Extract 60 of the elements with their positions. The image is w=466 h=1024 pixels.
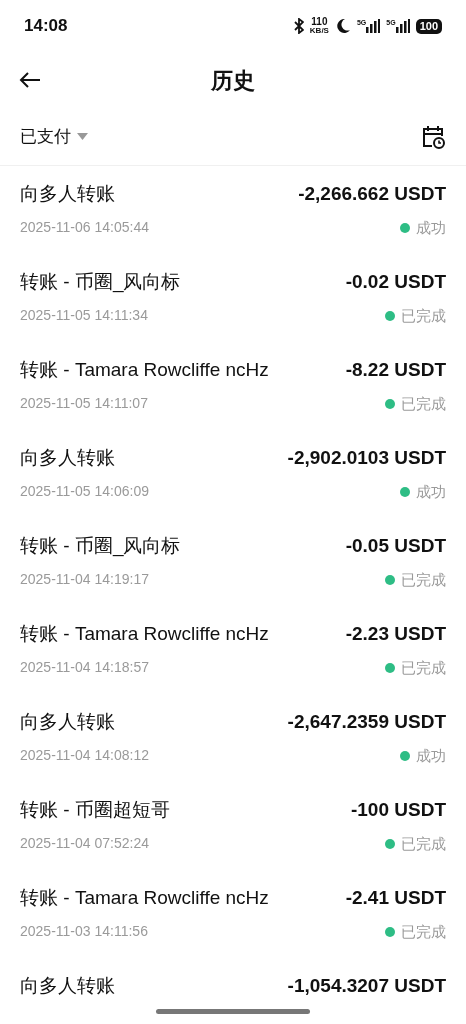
status-label: 已完成 — [401, 569, 446, 590]
transaction-title: 转账 - 币圈超短哥 — [20, 798, 170, 822]
bluetooth-icon — [293, 18, 304, 34]
transaction-amount: -100 USDT — [350, 798, 446, 822]
transaction-amount: -2.23 USDT — [345, 622, 446, 646]
transaction-date: 2025-11-04 07:52:24 — [20, 834, 149, 854]
transaction-row[interactable]: 转账 - 币圈_风向标 -0.05 USDT 2025-11-04 14:19:17 已完成 — [0, 524, 466, 612]
transaction-date: 2025-11-05 14:11:07 — [20, 394, 148, 414]
transaction-row[interactable]: 向多人转账 -2,266.662 USDT 2025-11-06 14:05:44 成功 — [0, 172, 466, 260]
status-label: 成功 — [416, 745, 446, 766]
network-speed: 110 — [311, 17, 328, 27]
transaction-date: 2025-11-06 14:05:44 — [20, 218, 149, 238]
status-label: 已完成 — [401, 833, 446, 854]
status-label: 成功 — [416, 481, 446, 502]
transaction-title: 转账 - Tamara Rowcliffe ncHz — [20, 358, 269, 382]
status-time: 14:08 — [24, 15, 68, 38]
battery-indicator: 100 — [415, 18, 442, 34]
transaction-amount: -2,647.2359 USDT — [287, 710, 446, 734]
transaction-row[interactable]: 转账 - Tamara Rowcliffe ncHz -8.22 USDT 2025-11-05 14:11:07 已完成 — [0, 348, 466, 436]
dropdown-caret-icon — [77, 133, 88, 140]
transaction-amount: -1,054.3207 USDT — [287, 974, 446, 998]
transaction-amount: -2,902.0103 USDT — [287, 446, 446, 470]
transaction-title: 转账 - Tamara Rowcliffe ncHz — [20, 622, 269, 646]
status-label: 已完成 — [401, 657, 446, 678]
transaction-title: 转账 - 币圈_风向标 — [20, 534, 181, 559]
transaction-date: 2025-11-04 14:19:17 — [20, 570, 149, 590]
calendar-icon[interactable] — [420, 123, 446, 150]
transaction-amount: -8.22 USDT — [345, 358, 446, 382]
page-title: 历史 — [211, 66, 255, 95]
transaction-title: 转账 - Tamara Rowcliffe ncHz — [20, 886, 269, 910]
transaction-amount: -2,266.662 USDT — [298, 182, 446, 206]
transaction-row[interactable]: 向多人转账 -2,647.2359 USDT 2025-11-04 14:08:12 成功 — [0, 700, 466, 788]
transaction-title: 向多人转账 — [20, 446, 115, 470]
transaction-amount: -2.41 USDT — [345, 886, 446, 910]
transaction-title: 向多人转账 — [20, 182, 115, 206]
signal-icon — [395, 19, 410, 33]
transaction-row[interactable]: 向多人转账 -2,902.0103 USDT 2025-11-05 14:06:09 成功 — [0, 436, 466, 524]
status-label: 已完成 — [401, 921, 446, 942]
signal-icon — [366, 19, 381, 33]
transaction-row[interactable]: 向多人转账 -1,054.3207 USDT — [0, 964, 466, 1001]
transaction-date: 2025-11-04 14:18:57 — [20, 658, 149, 678]
transaction-title: 转账 - 币圈_风向标 — [20, 270, 181, 295]
transaction-amount: -0.05 USDT — [345, 534, 446, 558]
transaction-row[interactable]: 转账 - 币圈超短哥 -100 USDT 2025-11-04 07:52:24 已完成 — [0, 788, 466, 876]
status-label: 成功 — [416, 217, 446, 238]
transaction-row[interactable]: 转账 - Tamara Rowcliffe ncHz -2.23 USDT 2025-11-04 14:18:57 已完成 — [0, 612, 466, 700]
filter-dropdown[interactable]: 已支付 — [20, 123, 88, 150]
transaction-row[interactable]: 转账 - 币圈_风向标 -0.02 USDT 2025-11-05 14:11:34 已完成 — [0, 260, 466, 348]
transaction-date: 2025-11-05 14:11:34 — [20, 306, 148, 326]
speed-unit: KB/S — [309, 27, 329, 35]
transaction-row[interactable]: 转账 - Tamara Rowcliffe ncHz -2.41 USDT 2025-11-03 14:11:56 已完成 — [0, 876, 466, 964]
transaction-amount: -0.02 USDT — [345, 270, 446, 294]
transaction-title: 向多人转账 — [20, 710, 115, 734]
status-label: 已完成 — [401, 305, 446, 326]
status-label: 已完成 — [401, 393, 446, 414]
moon-icon — [334, 18, 351, 34]
transaction-title: 向多人转账 — [20, 974, 115, 998]
transaction-date: 2025-11-03 14:11:56 — [20, 922, 148, 942]
transaction-date: 2025-11-05 14:06:09 — [20, 482, 149, 502]
transaction-date: 2025-11-04 14:08:12 — [20, 746, 149, 766]
